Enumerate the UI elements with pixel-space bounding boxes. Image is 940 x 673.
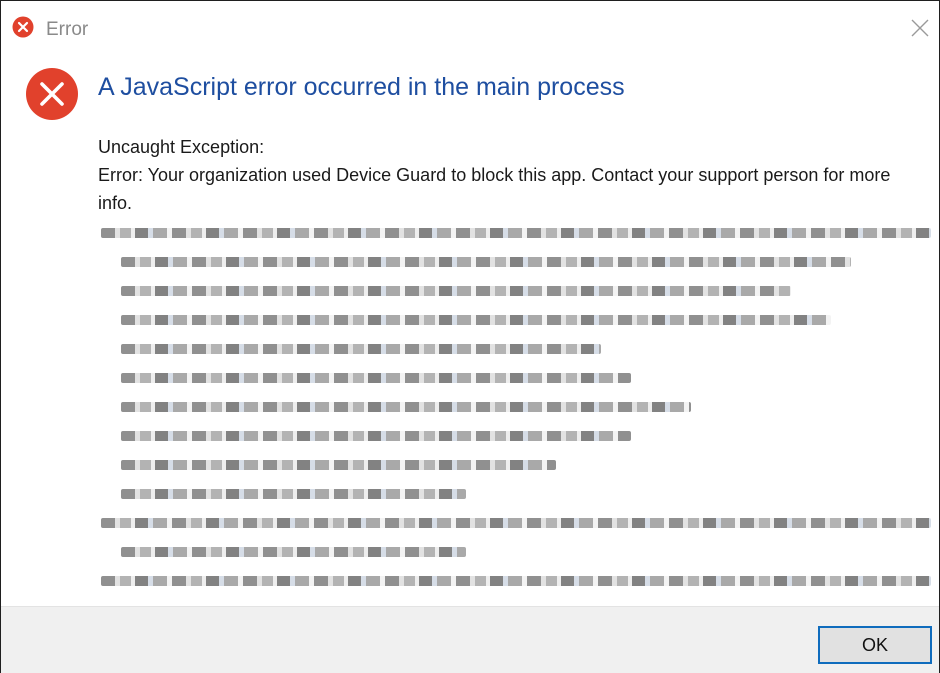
stack-trace-line: [121, 344, 601, 354]
error-icon: [12, 16, 34, 38]
error-headline: A JavaScript error occurred in the main …: [98, 73, 625, 101]
stack-trace-line: [121, 315, 831, 325]
error-icon-large: [26, 68, 78, 120]
close-icon[interactable]: [907, 15, 933, 41]
stack-trace-line: [121, 431, 631, 441]
dialog-footer: OK: [1, 606, 939, 673]
window-title: Error: [46, 19, 89, 40]
stack-trace-line: [101, 518, 931, 528]
error-message: Uncaught Exception: Error: Your organiza…: [98, 133, 928, 217]
stack-trace-line: [121, 460, 556, 470]
ok-button[interactable]: OK: [818, 626, 932, 664]
title-bar: Error: [1, 1, 939, 57]
stack-trace-line: [121, 257, 851, 267]
blurred-stack-trace: [101, 223, 931, 593]
message-line-exception: Uncaught Exception:: [98, 137, 265, 157]
error-dialog-window: Error A JavaScript error occurred in the…: [0, 0, 940, 673]
stack-trace-line: [121, 373, 631, 383]
stack-trace-line: [121, 489, 466, 499]
stack-trace-line: [101, 228, 931, 238]
stack-trace-line: [121, 402, 691, 412]
stack-trace-line: [121, 547, 466, 557]
stack-trace-line: [101, 576, 931, 586]
stack-trace-line: [121, 286, 791, 296]
message-line-detail: Error: Your organization used Device Gua…: [98, 165, 891, 213]
